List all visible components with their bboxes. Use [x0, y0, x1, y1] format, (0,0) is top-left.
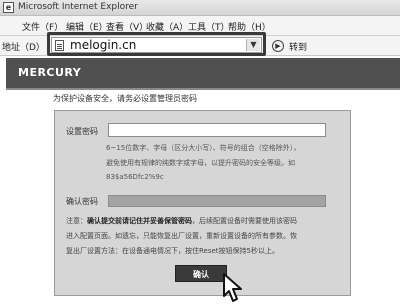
window-title: Microsoft Internet Explorer — [18, 2, 138, 12]
security-note: 为保护设备安全，请务必设置管理员密码 — [53, 94, 197, 103]
note-line-1: 注意：确认提交前请记住并妥善保管密码，后续配置设备时需要使用该密码 — [66, 216, 297, 226]
note-line-2: 进入配置页面。如遗忘，只能恢复出厂设置，重新设置设备的所有参数。恢 — [66, 232, 297, 240]
note-line-3: 复出厂设置方法：在设备通电情况下，按住Reset按钮保持5秒以上。 — [66, 247, 280, 255]
window-titlebar: e Microsoft Internet Explorer — [0, 0, 400, 16]
brand-header: MERCURY — [6, 58, 400, 88]
note-bold: 确认提交前请记住并妥善保管密码 — [87, 217, 192, 225]
note-line1-rest: ，后续配置设备时需要使用该密码 — [192, 217, 297, 225]
go-arrow-icon[interactable]: ▶ — [272, 40, 284, 52]
note-prefix: 注意： — [66, 217, 87, 225]
mouse-cursor-icon — [223, 273, 242, 302]
password-hint-line: 6~15位数字、字母（区分大小写）、符号的组合（空格除外）， — [106, 144, 301, 152]
address-highlight-frame — [47, 32, 266, 56]
password-label: 设置密码 — [66, 127, 98, 136]
password-input[interactable] — [108, 123, 326, 137]
header-divider — [6, 88, 400, 90]
password-hint-line: 83$a56Dfc2%9c — [106, 173, 164, 181]
address-label: 地址（D） — [2, 43, 45, 53]
mercury-logo: MERCURY — [18, 66, 82, 79]
confirm-password-label: 确认密码 — [66, 197, 98, 206]
confirm-password-input[interactable] — [108, 195, 326, 207]
internet-explorer-icon: e — [3, 2, 14, 13]
password-hint-line: 避免使用有规律的纯数字或字母，以提升密码的安全等级。如 — [106, 159, 295, 167]
go-button[interactable]: 转到 — [289, 40, 307, 53]
